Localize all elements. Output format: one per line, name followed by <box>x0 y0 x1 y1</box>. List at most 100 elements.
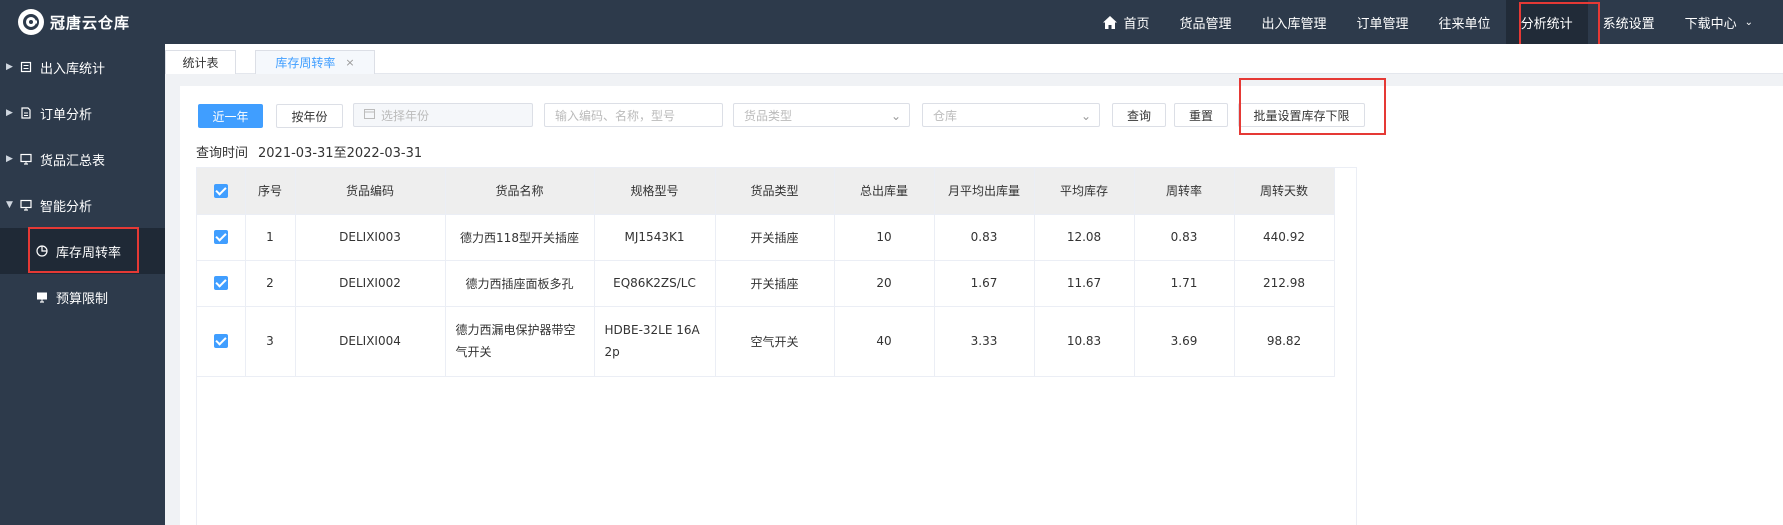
column-header[interactable]: 货品名称 <box>445 168 595 215</box>
nav-download-label: 下载中心 <box>1684 16 1737 32</box>
cell-no: 2 <box>245 260 296 307</box>
sidebar-item-label: 货品汇总表 <box>40 153 106 169</box>
sidebar-item-inout-stats[interactable]: ▶ 出入库统计 <box>0 44 165 90</box>
query-time: 查询时间 2021-03-31至2022-03-31 <box>196 142 422 161</box>
table-row[interactable]: 3 DELIXI004 德力西漏电保护器带空气开关 HDBE-32LE 16A … <box>197 306 1335 377</box>
cell-total-out: 20 <box>834 260 935 307</box>
batch-set-min-stock-button[interactable]: 批量设置库存下限 <box>1238 103 1365 127</box>
year-picker-input[interactable]: 选择年份 <box>353 103 533 127</box>
sidebar-item-goods-summary[interactable]: ▶ 货品汇总表 <box>0 136 165 182</box>
caret-right-icon: ▶ <box>6 62 13 72</box>
nav-home[interactable]: 首页 <box>1088 0 1164 44</box>
logo-icon <box>18 9 44 35</box>
column-header[interactable]: 周转天数 <box>1234 168 1335 215</box>
reset-button[interactable]: 重置 <box>1174 103 1228 127</box>
query-button[interactable]: 查询 <box>1112 103 1166 127</box>
cell-type: 空气开关 <box>715 306 835 377</box>
cell-type: 开关插座 <box>715 214 835 261</box>
chevron-down-icon: ⌄ <box>1080 109 1091 123</box>
table-row[interactable]: 2 DELIXI002 德力西插座面板多孔 EQ86K2ZS/LC 开关插座 2… <box>197 260 1335 307</box>
chevron-down-icon: ⌄ <box>890 109 901 123</box>
cell-name: 德力西插座面板多孔 <box>445 260 595 307</box>
nav-goods[interactable]: 货品管理 <box>1165 0 1247 44</box>
query-time-label: 查询时间 <box>196 146 249 161</box>
logo-text: 冠唐云仓库 <box>50 13 131 32</box>
nav-partners[interactable]: 往来单位 <box>1424 0 1506 44</box>
data-table: 序号 货品编码 货品名称 规格型号 货品类型 总出库量 月平均出库量 平均库存 … <box>197 168 1335 377</box>
nav-download[interactable]: 下载中心 ⌄ <box>1670 0 1783 44</box>
nav-home-label: 首页 <box>1123 16 1150 32</box>
tab-inventory-turnover[interactable]: 库存周转率 × <box>255 50 375 74</box>
sidebar-item-order-analysis[interactable]: ▶ 订单分析 <box>0 90 165 136</box>
filter-toolbar: 近一年 按年份 选择年份 输入编码、名称，型号 货品类型 ⌄ 仓库 ⌄ 查询 重… <box>180 78 1783 146</box>
cell-turnover: 3.69 <box>1134 306 1235 377</box>
table-header-row: 序号 货品编码 货品名称 规格型号 货品类型 总出库量 月平均出库量 平均库存 … <box>197 168 1335 215</box>
warehouse-select[interactable]: 仓库 ⌄ <box>922 103 1100 127</box>
cell-code: DELIXI004 <box>295 306 446 377</box>
nav-orders[interactable]: 订单管理 <box>1342 0 1424 44</box>
cell-code: DELIXI003 <box>295 214 446 261</box>
cell-turnover: 1.71 <box>1134 260 1235 307</box>
sidebar-subitem-label: 库存周转率 <box>56 245 122 261</box>
nav-analysis[interactable]: 分析统计 <box>1505 0 1588 44</box>
nav-inout-label: 出入库管理 <box>1261 16 1327 32</box>
nav-inout[interactable]: 出入库管理 <box>1247 0 1342 44</box>
sidebar-subitem-budget-limit[interactable]: 预算限制 <box>0 274 165 320</box>
cell-spec: HDBE-32LE 16A 2p <box>594 306 716 377</box>
nav-settings[interactable]: 系统设置 <box>1588 0 1670 44</box>
cell-turnover-days: 98.82 <box>1234 306 1335 377</box>
row-checkbox[interactable] <box>197 260 246 307</box>
tab-statistics[interactable]: 统计表 <box>165 50 236 74</box>
warehouse-placeholder: 仓库 <box>933 108 958 123</box>
cell-monthly-avg-out: 0.83 <box>934 214 1035 261</box>
document-icon <box>20 107 40 119</box>
year-picker-placeholder: 选择年份 <box>381 108 430 123</box>
nav-settings-label: 系统设置 <box>1602 16 1655 32</box>
column-header[interactable]: 平均库存 <box>1034 168 1135 215</box>
column-header[interactable]: 周转率 <box>1134 168 1235 215</box>
sidebar-item-label: 智能分析 <box>40 199 93 215</box>
column-header[interactable]: 货品类型 <box>715 168 835 215</box>
search-placeholder: 输入编码、名称，型号 <box>555 108 676 123</box>
monitor-icon <box>20 199 40 211</box>
caret-down-icon: ▼ <box>6 200 13 210</box>
search-input[interactable]: 输入编码、名称，型号 <box>544 103 723 127</box>
turnover-table: 序号 货品编码 货品名称 规格型号 货品类型 总出库量 月平均出库量 平均库存 … <box>196 167 1357 525</box>
column-header[interactable]: 月平均出库量 <box>934 168 1035 215</box>
cell-total-out: 40 <box>834 306 935 377</box>
main-content: 近一年 按年份 选择年份 输入编码、名称，型号 货品类型 ⌄ 仓库 ⌄ 查询 重… <box>180 78 1783 525</box>
table-row[interactable]: 1 DELIXI003 德力西118型开关插座 MJ1543K1 开关插座 10… <box>197 214 1335 261</box>
recent-year-button[interactable]: 近一年 <box>198 104 263 128</box>
app-logo[interactable]: 冠唐云仓库 <box>0 0 165 44</box>
select-all-checkbox[interactable] <box>197 168 246 215</box>
calendar-icon <box>364 108 375 122</box>
monitor-icon <box>36 291 56 303</box>
cell-name: 德力西漏电保护器带空气开关 <box>445 306 595 377</box>
cell-name: 德力西118型开关插座 <box>445 214 595 261</box>
close-icon[interactable]: × <box>345 56 354 69</box>
query-time-value: 2021-03-31至2022-03-31 <box>258 146 423 161</box>
home-icon <box>1103 15 1118 29</box>
cell-avg-stock: 10.83 <box>1034 306 1135 377</box>
checkbox-checked-icon <box>213 230 228 245</box>
sidebar-item-smart-analysis[interactable]: ▼ 智能分析 <box>0 182 165 228</box>
column-header[interactable]: 货品编码 <box>295 168 446 215</box>
by-year-button[interactable]: 按年份 <box>276 104 343 128</box>
column-header[interactable]: 总出库量 <box>834 168 935 215</box>
cell-no: 1 <box>245 214 296 261</box>
category-select[interactable]: 货品类型 ⌄ <box>733 103 910 127</box>
column-header[interactable]: 序号 <box>245 168 296 215</box>
row-checkbox[interactable] <box>197 306 246 377</box>
nav-analysis-label: 分析统计 <box>1520 16 1573 32</box>
chevron-down-icon: ⌄ <box>1744 16 1753 28</box>
cell-code: DELIXI002 <box>295 260 446 307</box>
cell-turnover: 0.83 <box>1134 214 1235 261</box>
cell-monthly-avg-out: 3.33 <box>934 306 1035 377</box>
cell-avg-stock: 12.08 <box>1034 214 1135 261</box>
sidebar-subitem-inventory-turnover[interactable]: 库存周转率 <box>0 228 165 274</box>
row-checkbox[interactable] <box>197 214 246 261</box>
column-header[interactable]: 规格型号 <box>594 168 716 215</box>
list-icon <box>20 61 40 73</box>
checkbox-checked-icon <box>213 334 228 349</box>
cell-monthly-avg-out: 1.67 <box>934 260 1035 307</box>
